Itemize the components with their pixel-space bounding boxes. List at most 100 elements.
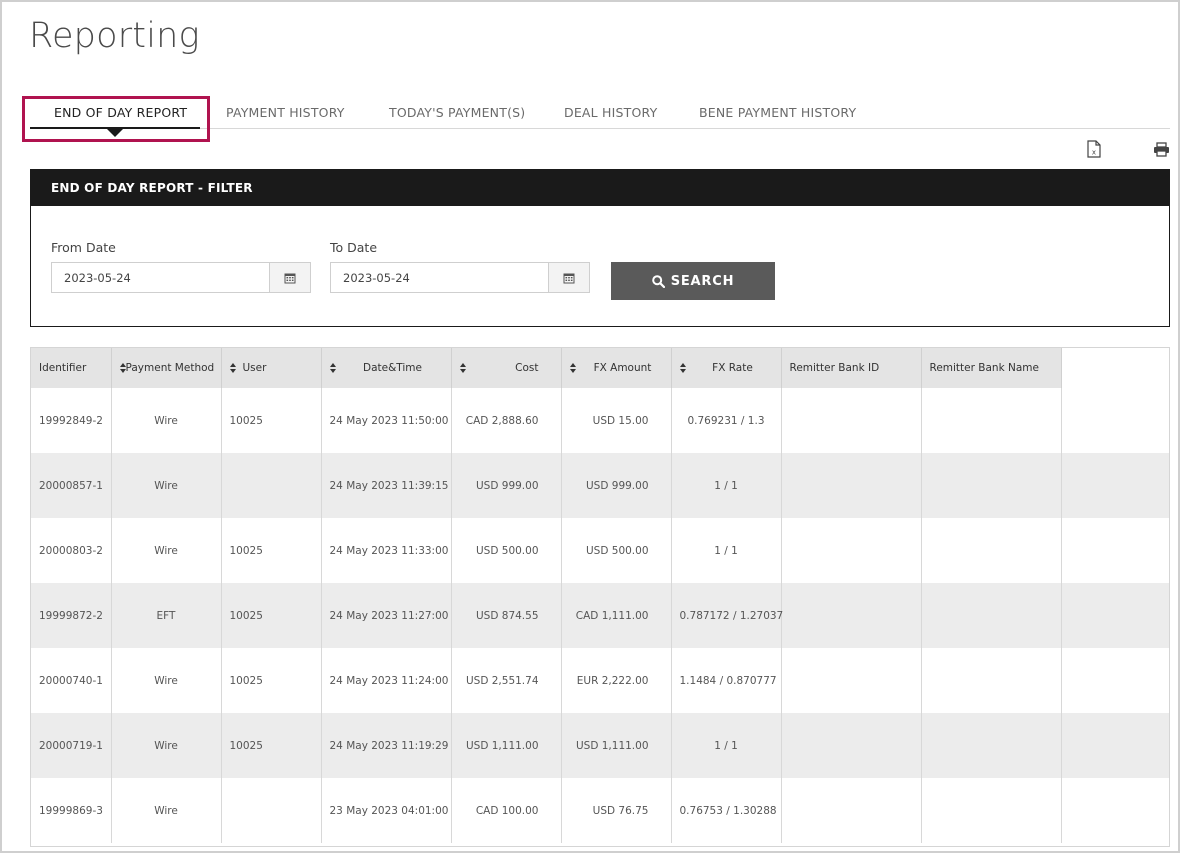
cell-remitter-bank-id — [781, 388, 922, 453]
print-icon[interactable] — [1152, 140, 1170, 158]
to-date-input[interactable] — [331, 263, 548, 292]
column-header-datetime[interactable]: Date&Time — [321, 348, 452, 388]
search-button[interactable]: SEARCH — [611, 262, 775, 300]
cell-datetime: 24 May 2023 11:27:00 — [321, 583, 452, 648]
cell-cost: USD 500.00 — [451, 518, 562, 583]
cell-cost: USD 999.00 — [451, 453, 562, 518]
cell-fx-rate: 0.769231 / 1.3 — [671, 388, 782, 453]
cell-datetime: 24 May 2023 11:24:00 — [321, 648, 452, 713]
table-row: 20000719-1 Wire 10025 24 May 2023 11:19:… — [31, 713, 1169, 778]
cell-remitter-bank-id — [781, 713, 922, 778]
filter-panel: END OF DAY REPORT - FILTER From Date To … — [30, 169, 1170, 327]
cell-datetime: 24 May 2023 11:19:29 — [321, 713, 452, 778]
from-date-label: From Date — [51, 240, 116, 255]
cell-fx-amount: EUR 2,222.00 — [561, 648, 672, 713]
cell-identifier: 20000803-2 — [31, 518, 112, 583]
cell-remitter-bank-id — [781, 518, 922, 583]
cell-cost: CAD 100.00 — [451, 778, 562, 843]
report-table-container: Identifier Payment Method User Date&Time… — [30, 347, 1170, 847]
cell-user: 10025 — [221, 648, 322, 713]
page-title: Reporting — [29, 16, 200, 56]
cell-payment-method: Wire — [111, 648, 222, 713]
to-date-label: To Date — [330, 240, 378, 255]
column-header-fx-rate[interactable]: FX Rate — [671, 348, 782, 388]
cell-user: 10025 — [221, 583, 322, 648]
search-button-label: SEARCH — [670, 273, 735, 289]
table-row: 20000740-1 Wire 10025 24 May 2023 11:24:… — [31, 648, 1169, 713]
cell-remitter-bank-name — [921, 518, 1062, 583]
search-icon — [651, 274, 665, 288]
cell-fx-rate: 0.76753 / 1.30288 — [671, 778, 782, 843]
cell-fx-amount: USD 1,111.00 — [561, 713, 672, 778]
column-header-fx-amount[interactable]: FX Amount — [561, 348, 672, 388]
cell-payment-method: Wire — [111, 778, 222, 843]
cell-cost: USD 874.55 — [451, 583, 562, 648]
tab-bene-payment-history[interactable]: BENE PAYMENT HISTORY — [699, 98, 856, 128]
cell-empty — [1061, 648, 1169, 713]
cell-fx-amount: CAD 1,111.00 — [561, 583, 672, 648]
table-row: 19992849-2 Wire 10025 24 May 2023 11:50:… — [31, 388, 1169, 453]
cell-identifier: 20000719-1 — [31, 713, 112, 778]
cell-user: 10025 — [221, 388, 322, 453]
from-date-input[interactable] — [52, 263, 269, 292]
calendar-icon — [284, 273, 296, 283]
cell-identifier: 19999872-2 — [31, 583, 112, 648]
cell-empty — [1061, 778, 1169, 843]
tab-todays-payments[interactable]: TODAY'S PAYMENT(S) — [389, 98, 525, 128]
cell-identifier: 19992849-2 — [31, 388, 112, 453]
svg-text:x: x — [1092, 149, 1096, 157]
table-row: 20000803-2 Wire 10025 24 May 2023 11:33:… — [31, 518, 1169, 583]
cell-datetime: 24 May 2023 11:39:15 — [321, 453, 452, 518]
cell-cost: USD 2,551.74 — [451, 648, 562, 713]
column-header-user[interactable]: User — [221, 348, 322, 388]
cell-payment-method: Wire — [111, 453, 222, 518]
tab-end-of-day-report[interactable]: END OF DAY REPORT — [54, 98, 187, 128]
sort-icon — [329, 363, 337, 373]
cell-remitter-bank-name — [921, 713, 1062, 778]
sort-icon — [229, 363, 237, 373]
table-row: 19999869-3 Wire 23 May 2023 04:01:00 CAD… — [31, 778, 1169, 843]
excel-export-icon[interactable]: x — [1085, 140, 1103, 158]
cell-remitter-bank-id — [781, 583, 922, 648]
cell-identifier: 20000857-1 — [31, 453, 112, 518]
active-tab-caret — [107, 129, 123, 137]
sort-icon — [459, 363, 467, 373]
column-header-identifier: Identifier — [31, 348, 112, 388]
cell-cost: CAD 2,888.60 — [451, 388, 562, 453]
cell-identifier: 20000740-1 — [31, 648, 112, 713]
cell-user: 10025 — [221, 518, 322, 583]
cell-payment-method: EFT — [111, 583, 222, 648]
cell-fx-rate: 1 / 1 — [671, 518, 782, 583]
cell-remitter-bank-name — [921, 583, 1062, 648]
cell-empty — [1061, 518, 1169, 583]
cell-user: 10025 — [221, 713, 322, 778]
cell-empty — [1061, 453, 1169, 518]
cell-datetime: 23 May 2023 04:01:00 — [321, 778, 452, 843]
cell-cost: USD 1,111.00 — [451, 713, 562, 778]
tab-payment-history[interactable]: PAYMENT HISTORY — [226, 98, 345, 128]
cell-fx-rate: 1 / 1 — [671, 713, 782, 778]
to-date-field — [330, 262, 590, 293]
cell-fx-rate: 0.787172 / 1.27037 — [671, 583, 783, 648]
filter-header: END OF DAY REPORT - FILTER — [31, 170, 1169, 206]
column-header-remitter-bank-id: Remitter Bank ID — [781, 348, 922, 388]
from-date-calendar-button[interactable] — [269, 263, 310, 292]
cell-user — [221, 453, 322, 518]
cell-fx-amount: USD 500.00 — [561, 518, 672, 583]
cell-empty — [1061, 388, 1169, 453]
column-header-cost[interactable]: Cost — [451, 348, 562, 388]
calendar-icon — [563, 273, 575, 283]
cell-datetime: 24 May 2023 11:50:00 — [321, 388, 452, 453]
cell-payment-method: Wire — [111, 713, 222, 778]
cell-identifier: 19999869-3 — [31, 778, 112, 843]
column-header-payment-method[interactable]: Payment Method — [111, 348, 222, 388]
from-date-field — [51, 262, 311, 293]
cell-remitter-bank-name — [921, 453, 1062, 518]
to-date-calendar-button[interactable] — [548, 263, 589, 292]
cell-remitter-bank-name — [921, 778, 1062, 843]
cell-fx-amount: USD 76.75 — [561, 778, 672, 843]
column-header-empty — [1061, 348, 1169, 388]
cell-fx-rate: 1 / 1 — [671, 453, 782, 518]
tab-deal-history[interactable]: DEAL HISTORY — [564, 98, 657, 128]
cell-user — [221, 778, 322, 843]
